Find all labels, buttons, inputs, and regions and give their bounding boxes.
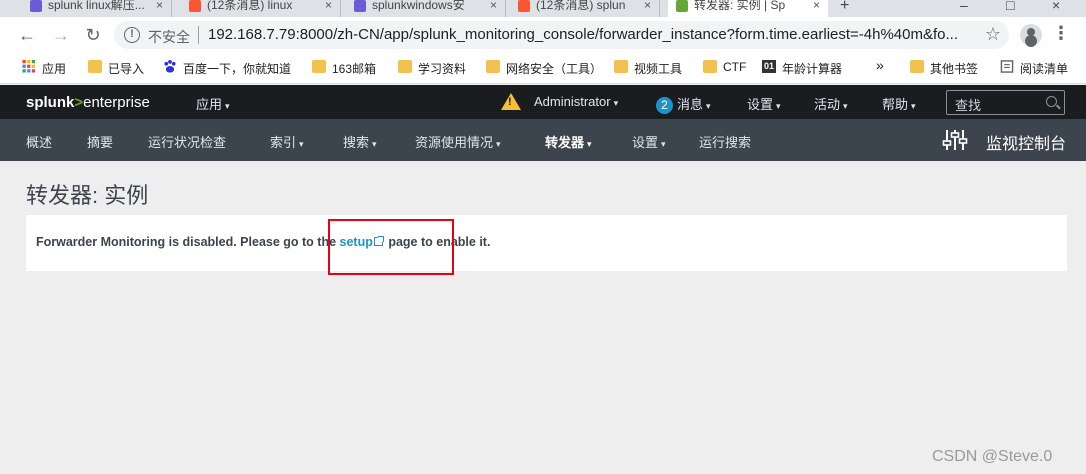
- folder-icon: [486, 60, 500, 73]
- tab-favicon-icon: [676, 0, 688, 12]
- page-title: 转发器: 实例: [26, 183, 149, 208]
- app-nav-bar: 概述 摘要 运行状况检查 索引 ▾ 搜索 ▾ 资源使用情况 ▾ 转发器 ▾ 设置 ▾ 运行…: [0, 119, 1086, 161]
- chevron-down-icon: ▾: [661, 139, 666, 149]
- chevron-down-icon: ▾: [372, 139, 377, 149]
- folder-icon: [703, 60, 717, 73]
- address-divider: [198, 26, 199, 44]
- app-menu[interactable]: 应用 ▾: [196, 94, 230, 113]
- bookmark-folder[interactable]: 已导入: [88, 60, 144, 77]
- nav-settings[interactable]: 设置 ▾: [632, 132, 666, 151]
- folder-icon: [398, 60, 412, 73]
- url-text[interactable]: 192.168.7.79:8000/zh-CN/app/splunk_monit…: [208, 26, 968, 43]
- maximize-icon[interactable]: □: [1006, 0, 1014, 13]
- chevron-down-icon: ▾: [613, 98, 619, 108]
- tab-close-icon[interactable]: ×: [325, 0, 332, 14]
- baidu-paw-icon: [164, 60, 176, 73]
- folder-icon: [312, 60, 326, 73]
- messages-menu[interactable]: 2 消息 ▾: [656, 94, 711, 114]
- browser-toolbar: ← → ↻ ! 不安全 192.168.7.79:8000/zh-CN/app/…: [0, 17, 1086, 53]
- settings-menu[interactable]: 设置 ▾: [747, 94, 781, 113]
- chevron-down-icon: ▾: [911, 101, 916, 111]
- reading-list-icon: [1000, 60, 1014, 73]
- tab-favicon-icon: [518, 0, 530, 12]
- help-menu[interactable]: 帮助 ▾: [882, 94, 916, 113]
- bookmark-baidu[interactable]: 百度一下，你就知道: [163, 60, 291, 77]
- back-arrow-icon[interactable]: ←: [16, 24, 38, 46]
- bookmarks-bar: 应用 已导入 百度一下，你就知道 163邮箱 学习资料 网络安全（工具） 视频工…: [0, 53, 1086, 84]
- forward-arrow-icon[interactable]: →: [50, 24, 72, 46]
- bookmark-folder[interactable]: 网络安全（工具）: [486, 60, 602, 77]
- chevron-down-icon: ▾: [706, 101, 711, 111]
- nav-search[interactable]: 搜索 ▾: [343, 132, 377, 151]
- 01-icon: 01: [762, 60, 776, 73]
- tab-favicon-icon: [354, 0, 366, 12]
- find-search-input[interactable]: 查找: [946, 90, 1065, 115]
- nav-run-search[interactable]: 运行搜索: [699, 132, 751, 151]
- nav-health-check[interactable]: 运行状况检查: [148, 132, 226, 151]
- bookmark-folder[interactable]: 学习资料: [398, 60, 466, 77]
- nav-forwarders[interactable]: 转发器 ▾: [545, 132, 592, 151]
- folder-icon: [910, 60, 924, 73]
- chevron-down-icon: ▾: [776, 101, 781, 111]
- nav-resource-usage[interactable]: 资源使用情况 ▾: [415, 132, 501, 151]
- chevron-down-icon: ▾: [496, 139, 501, 149]
- folder-icon: [88, 60, 102, 73]
- folder-icon: [614, 60, 628, 73]
- browser-tab[interactable]: splunk linux解压... ×: [22, 0, 172, 17]
- chevron-down-icon: ▾: [299, 139, 304, 149]
- bookmark-star-icon[interactable]: ☆: [985, 24, 1001, 45]
- bookmark-reading-list[interactable]: 阅读清单: [1000, 60, 1068, 77]
- user-menu[interactable]: Administrator ▾: [534, 94, 618, 109]
- tab-close-icon[interactable]: ×: [490, 0, 497, 14]
- address-bar[interactable]: ! 不安全 192.168.7.79:8000/zh-CN/app/splunk…: [114, 21, 1009, 49]
- tab-close-icon[interactable]: ×: [813, 0, 820, 14]
- nav-overview[interactable]: 概述: [26, 132, 52, 151]
- warning-icon[interactable]: !: [501, 93, 521, 110]
- chevron-down-icon: ▾: [587, 139, 592, 149]
- bookmark-folder[interactable]: 163邮箱: [312, 60, 376, 77]
- splunk-top-bar: splunk>enterprise 应用 ▾ ! Administrator ▾ 2…: [0, 85, 1086, 119]
- sliders-icon: [942, 130, 968, 150]
- tab-close-icon[interactable]: ×: [156, 0, 163, 14]
- tab-close-icon[interactable]: ×: [644, 0, 651, 14]
- info-icon[interactable]: !: [124, 27, 140, 43]
- search-icon: [1046, 96, 1057, 107]
- messages-count-badge: 2: [656, 97, 673, 114]
- apps-grid-icon: [22, 60, 36, 73]
- chevron-down-icon: ▾: [225, 101, 230, 111]
- bookmark-age-calculator[interactable]: 01 年龄计算器: [762, 60, 842, 77]
- tab-favicon-icon: [30, 0, 42, 12]
- window-close-icon[interactable]: ×: [1052, 0, 1060, 13]
- browser-tab[interactable]: (12条消息) linux ×: [181, 0, 341, 17]
- tab-favicon-icon: [189, 0, 201, 12]
- watermark: CSDN @Steve.0: [932, 448, 1053, 465]
- message-panel: Forwarder Monitoring is disabled. Please…: [26, 215, 1067, 271]
- minimize-icon[interactable]: –: [960, 0, 968, 13]
- bookmark-folder[interactable]: 视频工具: [614, 60, 682, 77]
- highlight-annotation-box: [328, 219, 454, 275]
- activity-menu[interactable]: 活动 ▾: [814, 94, 848, 113]
- nav-summary[interactable]: 摘要: [87, 132, 113, 151]
- app-title[interactable]: 监视控制台: [986, 130, 1066, 154]
- bookmarks-overflow-button[interactable]: »: [858, 57, 884, 73]
- browser-tab[interactable]: (12条消息) splun ×: [510, 0, 660, 17]
- nav-indexing[interactable]: 索引 ▾: [270, 132, 304, 151]
- bookmark-apps[interactable]: 应用: [22, 60, 66, 77]
- reload-icon[interactable]: ↻: [82, 24, 104, 46]
- browser-tab-strip: splunk linux解压... × (12条消息) linux × splu…: [0, 0, 1086, 17]
- bookmark-folder[interactable]: CTF: [703, 60, 746, 74]
- browser-tab-active[interactable]: 转发器: 实例 | Sp ×: [668, 0, 828, 17]
- splunk-logo[interactable]: splunk>enterprise: [26, 94, 150, 111]
- profile-avatar-icon[interactable]: [1020, 24, 1042, 46]
- new-tab-button[interactable]: +: [840, 0, 849, 15]
- chevron-down-icon: ▾: [843, 101, 848, 111]
- browser-menu-icon[interactable]: ⋮: [1052, 23, 1070, 44]
- insecure-label[interactable]: 不安全: [148, 27, 190, 47]
- browser-tab[interactable]: splunkwindows安 ×: [346, 0, 506, 17]
- bookmark-other[interactable]: 其他书签: [910, 60, 978, 77]
